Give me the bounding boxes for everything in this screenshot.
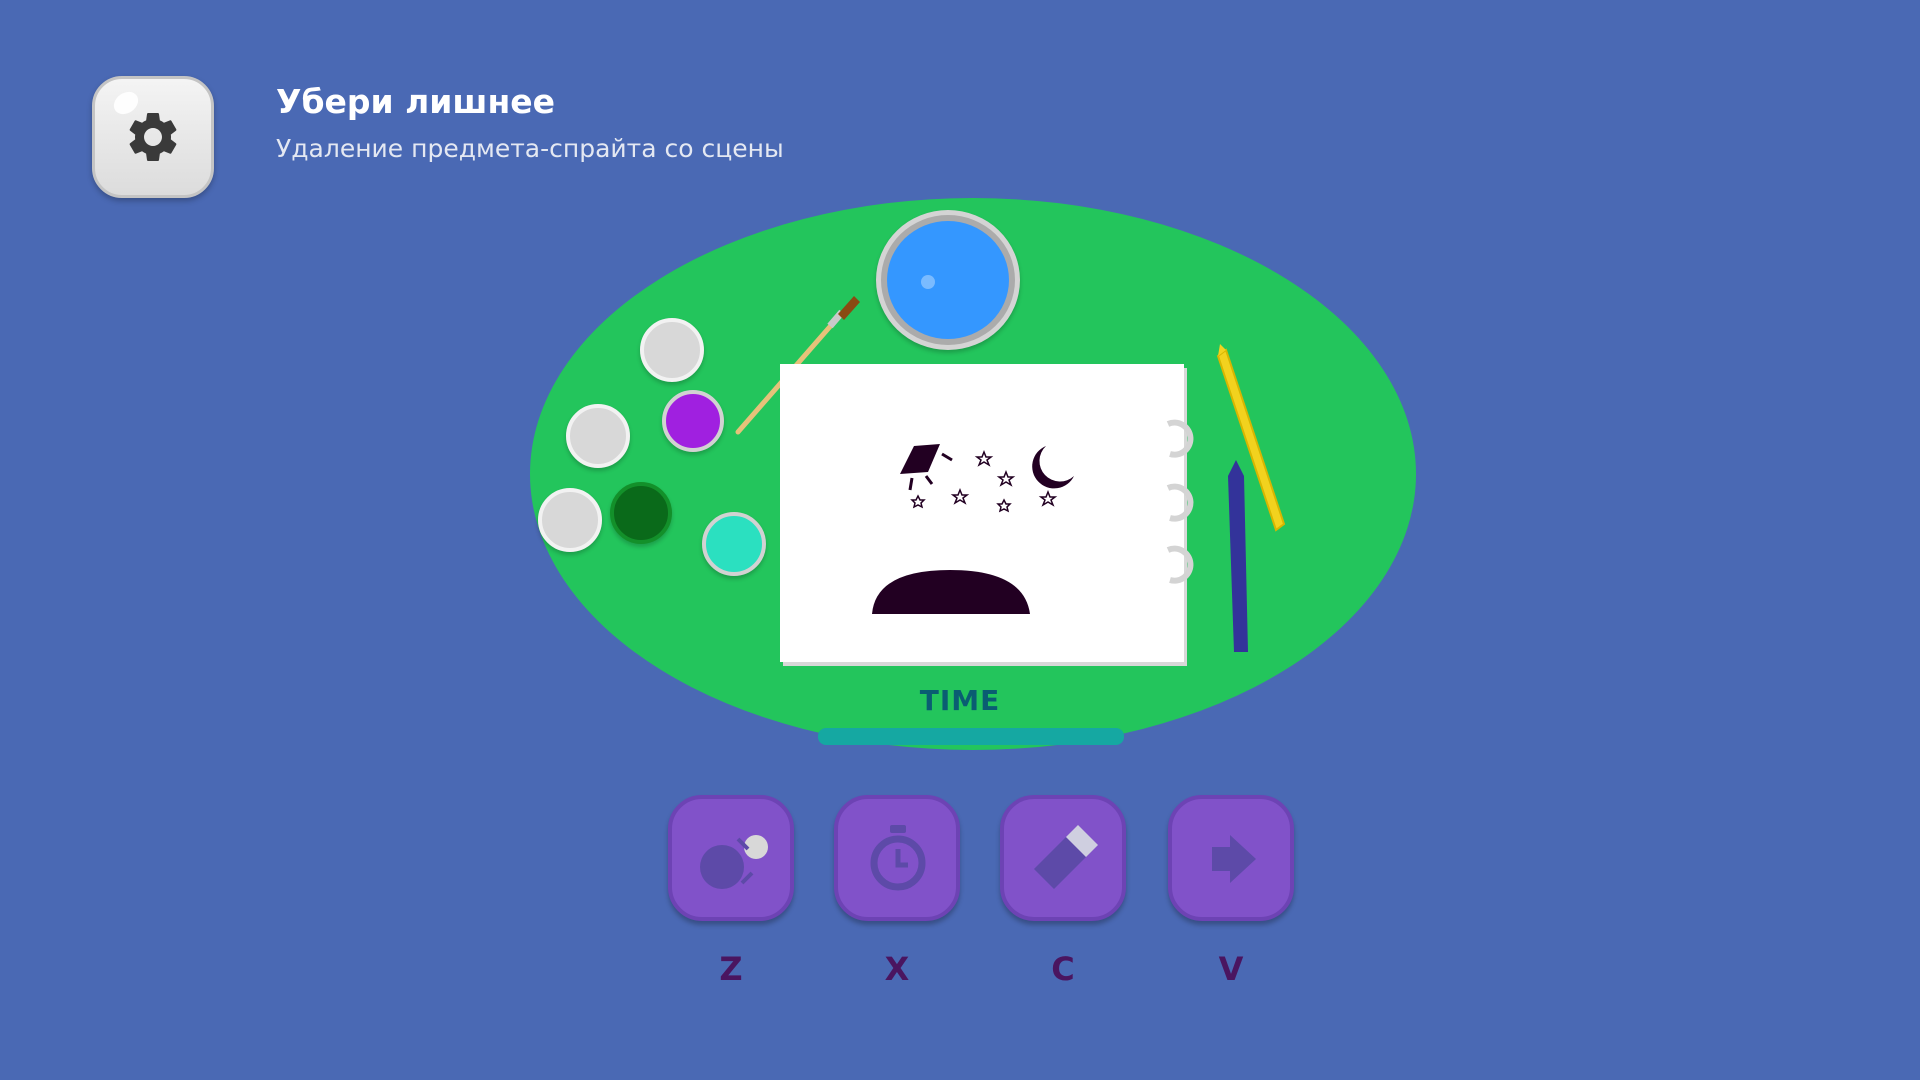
key-label-v: V [1218,950,1244,988]
moon-icon[interactable] [1032,446,1074,489]
gear-icon [129,112,177,161]
star-icon[interactable] [1038,489,1058,507]
bomb-icon [700,835,768,889]
bomb-button[interactable] [668,795,794,921]
ufo-icon[interactable] [900,444,940,474]
star-icon[interactable] [950,487,970,505]
key-label-c: C [1051,950,1075,988]
next-button[interactable] [1168,795,1294,921]
time-bar [818,728,1124,745]
eraser-icon [1034,825,1098,889]
paint-pot-green[interactable] [610,482,672,544]
paint-pot-white-3[interactable] [538,488,602,552]
notebook-rings [1166,419,1194,584]
paint-pot-white-1[interactable] [640,318,704,382]
drawing [872,444,1074,614]
star-icon[interactable] [974,449,994,467]
eraser-button[interactable] [1000,795,1126,921]
paint-pot-white-2[interactable] [566,404,630,468]
level-subtitle: Удаление предмета-спрайта со сцены [276,134,784,163]
settings-button[interactable] [92,76,214,198]
paint-pot-purple[interactable] [662,390,724,452]
blue-pencil[interactable] [1222,460,1262,656]
water-bubble [921,275,935,289]
paint-pot-teal[interactable] [702,512,766,576]
arrow-right-icon [1212,835,1256,883]
level-title: Убери лишнее [276,82,556,121]
star-icon[interactable] [910,494,926,509]
stopwatch-icon [870,825,926,891]
stopwatch-button[interactable] [834,795,960,921]
water-bowl[interactable] [876,210,1020,350]
key-label-z: Z [719,950,743,988]
water [887,221,1009,339]
sad-mouth[interactable] [872,570,1030,614]
key-label-x: X [884,950,910,988]
drawing-sheet[interactable] [780,364,1184,662]
star-icon[interactable] [996,498,1012,513]
star-icon[interactable] [996,469,1016,487]
time-label: TIME [919,684,1001,717]
